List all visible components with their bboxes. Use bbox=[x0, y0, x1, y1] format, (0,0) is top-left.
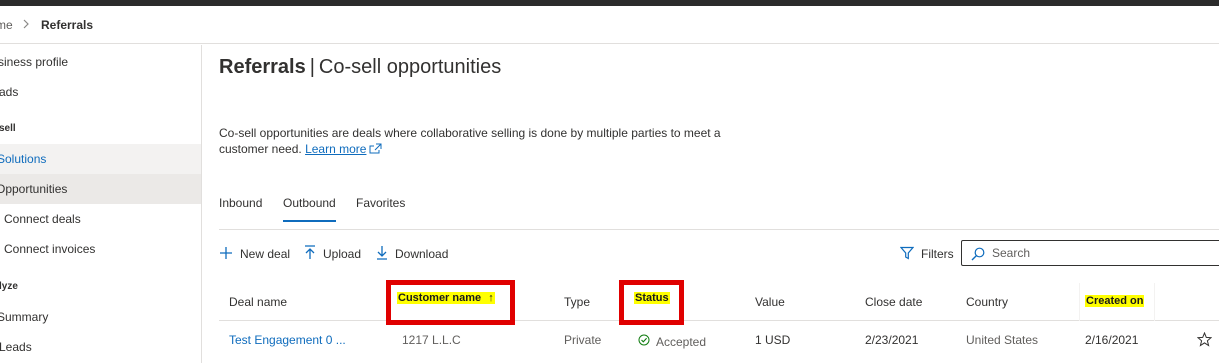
value-cell: 1 USD bbox=[755, 333, 791, 347]
download-label: Download bbox=[395, 247, 449, 261]
external-link-icon bbox=[369, 142, 382, 158]
sort-ascending-icon: ↑ bbox=[488, 292, 494, 304]
breadcrumb-separator-icon bbox=[22, 17, 30, 34]
status-label: Accepted bbox=[656, 334, 707, 349]
breadcrumb: me Referrals bbox=[0, 8, 1219, 44]
sidebar-item-label: Connect invoices bbox=[4, 242, 96, 256]
column-header-close-date[interactable]: Close date bbox=[865, 295, 922, 309]
funnel-icon bbox=[899, 246, 921, 263]
sidebar-item-business-profile[interactable]: siness profile bbox=[0, 47, 201, 77]
upload-button[interactable]: Upload bbox=[304, 243, 361, 265]
upload-label: Upload bbox=[323, 247, 362, 261]
new-deal-label: New deal bbox=[240, 247, 291, 261]
customer-name-text: Customer name bbox=[398, 292, 482, 304]
sidebar-item-label: Summary bbox=[0, 310, 49, 324]
search-box bbox=[961, 240, 1219, 266]
sidebar-heading-analyze: lyze bbox=[0, 281, 18, 292]
new-deal-button[interactable]: New deal bbox=[219, 243, 290, 265]
sidebar-item-opportunities[interactable]: Opportunities bbox=[0, 174, 201, 204]
breadcrumb-current: Referrals bbox=[41, 18, 94, 32]
column-header-created-on-label: Created on bbox=[1085, 295, 1145, 307]
tabs-divider bbox=[219, 229, 1219, 230]
page-title-primary: Referrals bbox=[219, 56, 306, 78]
sidebar-item-label: Leads bbox=[0, 340, 32, 354]
description-text: Co-sell opportunities are deals where co… bbox=[219, 126, 721, 156]
filters-label: Filters bbox=[921, 247, 954, 261]
sidebar-heading-cosell: sell bbox=[0, 123, 16, 134]
page-title-separator: | bbox=[309, 56, 315, 78]
sidebar-item-label: siness profile bbox=[0, 55, 69, 69]
page-description: Co-sell opportunities are deals where co… bbox=[219, 125, 739, 158]
download-arrow-icon bbox=[376, 245, 395, 263]
sidebar-item-leads-top[interactable]: ads bbox=[0, 77, 201, 107]
column-header-deal-name[interactable]: Deal name bbox=[229, 295, 287, 309]
column-header-value[interactable]: Value bbox=[755, 295, 785, 309]
table-header-row: Deal name Customer name ↑ Type Status Va… bbox=[219, 280, 1219, 325]
close-date-cell: 2/23/2021 bbox=[865, 333, 919, 347]
sidebar-item-solutions[interactable]: Solutions bbox=[0, 144, 201, 174]
sidebar-item-label: Connect deals bbox=[4, 212, 81, 226]
page-title-secondary: Co-sell opportunities bbox=[318, 56, 502, 78]
column-header-customer-name[interactable]: Customer name ↑ bbox=[386, 280, 515, 325]
status-cell: Accepted bbox=[638, 334, 706, 349]
filters-button[interactable]: Filters bbox=[899, 243, 954, 265]
tab-favorites[interactable]: Favorites bbox=[356, 196, 405, 220]
tab-inbound[interactable]: Inbound bbox=[219, 196, 262, 220]
sidebar-item-connect-invoices[interactable]: Connect invoices bbox=[0, 234, 201, 264]
customer-name-cell: 1217 L.L.C bbox=[402, 333, 461, 347]
column-header-customer-name-label: Customer name ↑ bbox=[397, 292, 495, 304]
breadcrumb-home[interactable]: me bbox=[0, 18, 13, 32]
sidebar-item-summary[interactable]: Summary bbox=[0, 302, 201, 332]
sidebar-item-label: Opportunities bbox=[0, 182, 68, 196]
country-cell: United States bbox=[966, 333, 1039, 347]
tab-outbound[interactable]: Outbound bbox=[283, 196, 336, 222]
top-app-bar bbox=[0, 0, 1219, 6]
sidebar-item-label: Solutions bbox=[0, 152, 47, 166]
column-header-created-on[interactable]: Created on bbox=[1079, 283, 1155, 321]
column-header-country[interactable]: Country bbox=[966, 295, 1008, 309]
column-header-status-label: Status bbox=[634, 292, 670, 304]
deal-name-link[interactable]: Test Engagement 0 ... bbox=[229, 333, 346, 347]
search-input[interactable] bbox=[992, 244, 1212, 262]
star-icon[interactable] bbox=[1196, 331, 1213, 350]
sidebar-item-connect-deals[interactable]: Connect deals bbox=[0, 204, 201, 234]
download-button[interactable]: Download bbox=[376, 243, 448, 265]
column-header-type[interactable]: Type bbox=[564, 295, 590, 309]
sidebar: siness profile ads sell Solutions Opport… bbox=[0, 45, 202, 363]
upload-arrow-icon bbox=[304, 245, 323, 263]
check-circle-icon bbox=[638, 334, 656, 349]
table-row[interactable]: Test Engagement 0 ... 1217 L.L.C Private… bbox=[219, 322, 1219, 360]
created-on-cell: 2/16/2021 bbox=[1085, 333, 1139, 347]
plus-icon bbox=[219, 246, 240, 263]
sidebar-item-leads[interactable]: Leads bbox=[0, 332, 201, 362]
sidebar-item-label: ads bbox=[0, 85, 19, 99]
page-title: Referrals | Co-sell opportunities bbox=[219, 56, 501, 79]
learn-more-link[interactable]: Learn more bbox=[305, 142, 366, 156]
column-header-status[interactable]: Status bbox=[619, 280, 684, 325]
type-cell: Private bbox=[564, 333, 602, 347]
